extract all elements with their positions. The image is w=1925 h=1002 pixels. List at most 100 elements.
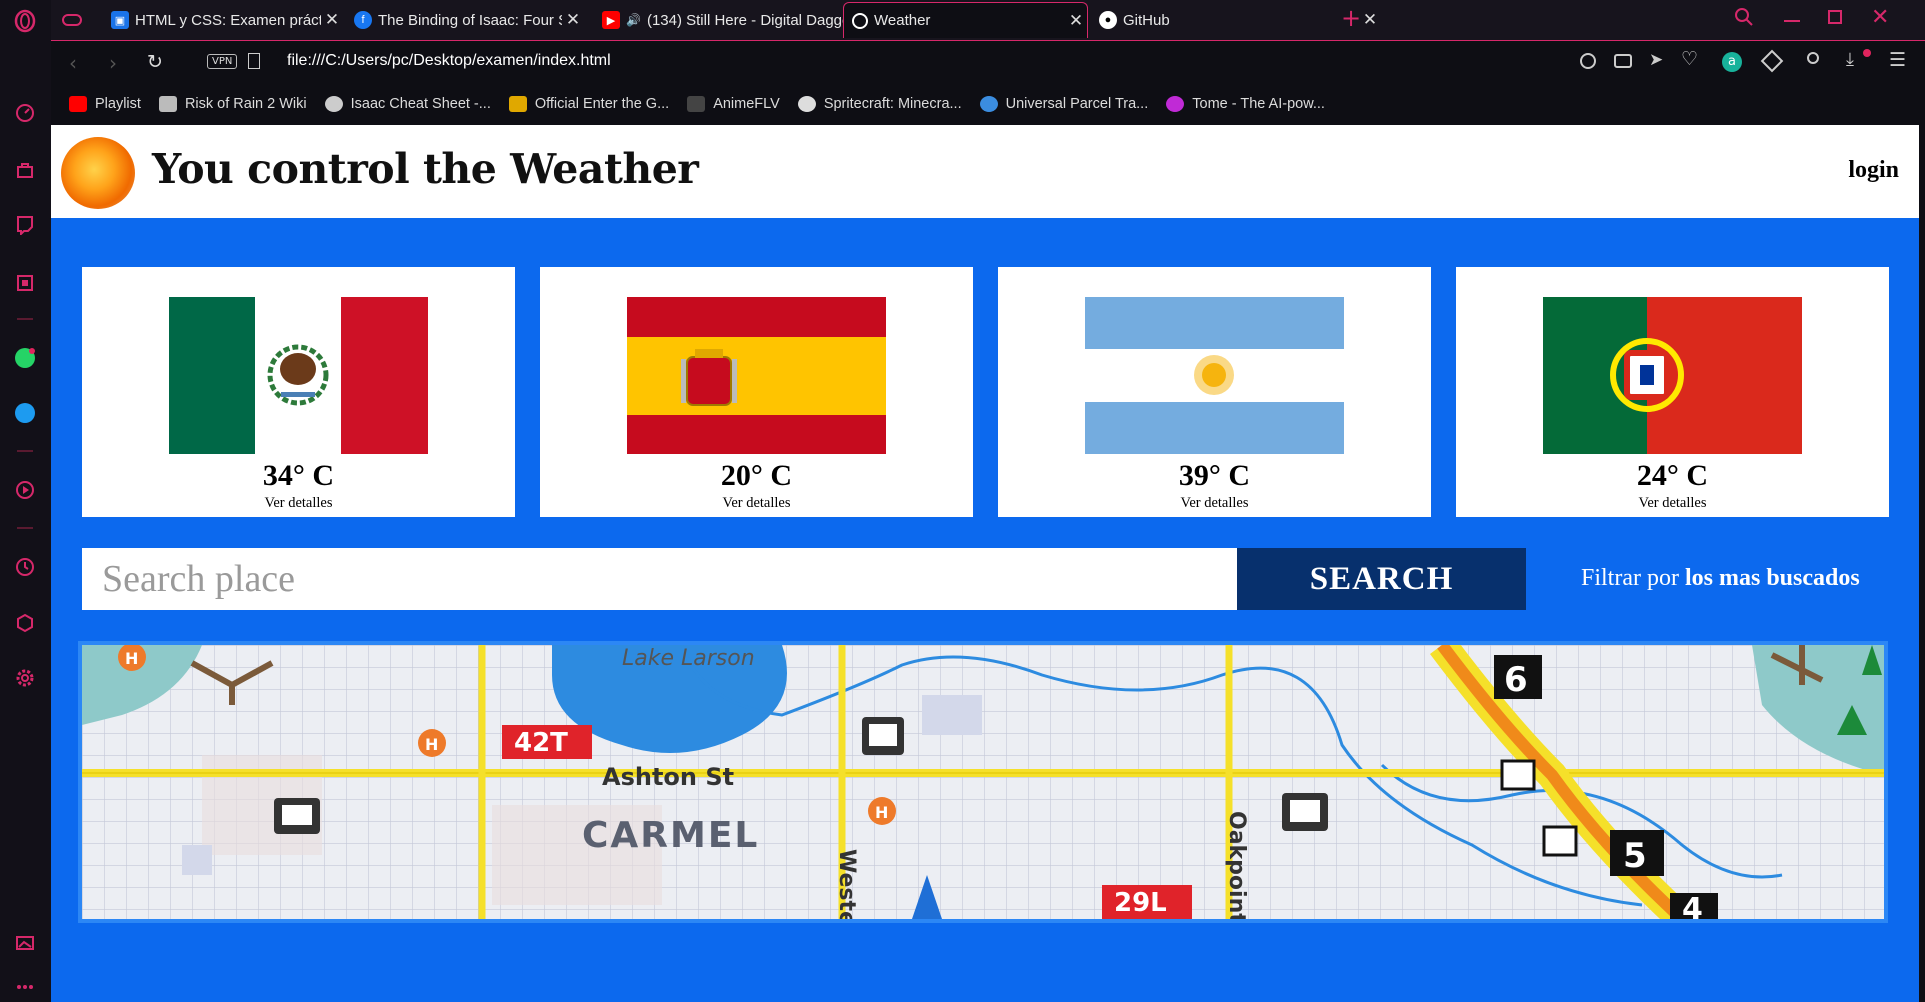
animeflv-icon [687,96,706,112]
tab-title: Weather [874,12,931,29]
map-label-lake-larson: Lake Larson [622,646,755,671]
more-icon[interactable] [12,980,38,994]
youtube-icon: ▶ [602,11,620,29]
temperature: 34° C [262,459,335,492]
sidebar-divider [17,527,33,529]
details-link[interactable]: Ver detalles [82,495,515,512]
bookmark-enter-the-gungeon[interactable]: Official Enter the G... [508,96,669,112]
cube-icon[interactable] [1760,49,1784,73]
gallery-icon[interactable] [12,930,38,956]
bookmark-label: Spritecraft: Minecra... [823,96,962,112]
gungeon-icon [508,96,527,112]
extensions-icon[interactable] [12,610,38,636]
weather-card-argentina[interactable]: 39° C Ver detalles [998,267,1431,517]
speaker-icon[interactable]: 🔊 [626,13,641,27]
player-icon[interactable] [12,477,38,503]
classroom-icon: ▣ [111,11,129,29]
map-badge-6: 6 [1504,660,1528,700]
bookmark-label: Tome - The AI-pow... [1192,96,1325,112]
weather-card-mexico[interactable]: 34° C Ver detalles [82,267,515,517]
details-link[interactable]: Ver detalles [1456,495,1889,512]
twitch-icon[interactable] [12,212,38,238]
gamepad-icon[interactable] [61,10,83,30]
search-button[interactable]: SEARCH [1237,548,1526,610]
details-link[interactable]: Ver detalles [540,495,973,512]
send-icon[interactable]: ➤ [1649,50,1663,70]
site-title: You control the Weather [152,145,699,193]
bookmark-spritecraft[interactable]: Spritecraft: Minecra... [797,96,962,112]
search-input[interactable] [82,548,1237,610]
bookmark-label: AnimeFLV [713,96,780,112]
new-tab-icon[interactable]: + [1341,4,1361,32]
hardware-icon[interactable] [12,270,38,296]
filter-prefix: Filtrar por [1581,565,1685,591]
easy-setup-icon[interactable]: ☰ [1889,49,1906,71]
flag-portugal [1543,297,1802,454]
bookmark-animeflv[interactable]: AnimeFLV [687,96,780,112]
tab-facebook[interactable]: f The Binding of Isaac: Four Souls ✕ [346,2,584,38]
download-icon[interactable]: ⤓ [1846,49,1854,70]
account-icon[interactable] [1807,52,1819,64]
opera-logo-icon[interactable] [12,8,38,34]
map-label-carmel: CARMEL [582,815,759,856]
camera-icon[interactable] [1614,54,1632,68]
sidebar-divider [17,318,33,320]
temperature: 39° C [1178,459,1251,492]
flag-argentina [1085,297,1344,454]
isaac-icon [324,96,343,112]
tab-title: HTML y CSS: Examen práctico [135,11,321,29]
youtube-icon [69,96,87,112]
reload-icon[interactable]: ↻ [147,51,163,73]
map-image: H H H 42T 29L 6 5 4 Lake Larson Ashton S… [78,641,1888,923]
restore-icon[interactable] [1828,10,1842,24]
heart-icon[interactable]: ♡ [1681,48,1698,70]
search-tabs-icon[interactable] [1733,6,1755,32]
facebook-icon: f [354,11,372,29]
details-link[interactable]: Ver detalles [998,495,1431,512]
tab-classroom[interactable]: ▣ HTML y CSS: Examen práctico ✕ [103,2,343,38]
page-viewport: You control the Weather login 34° C Ver … [51,125,1919,1002]
weather-card-portugal[interactable]: 24° C Ver detalles [1456,267,1889,517]
twitter-icon[interactable] [12,400,38,426]
bookmark-label: Universal Parcel Tra... [1005,96,1149,112]
page-scrollbar[interactable] [1919,125,1925,1002]
settings-icon[interactable] [12,665,38,691]
bookmark-label: Playlist [95,96,141,112]
bookmark-playlist[interactable]: Playlist [69,96,141,112]
map-badge-29l: 29L [1114,888,1167,918]
login-link[interactable]: login [1848,157,1899,184]
filter-most-searched[interactable]: los mas buscados [1685,565,1860,591]
vpn-badge[interactable]: VPN [207,54,238,69]
back-icon[interactable]: ‹ [69,51,77,75]
search-page-icon[interactable] [1580,53,1596,69]
close-icon[interactable]: ✕ [1065,11,1087,31]
bookmark-parcel-tracker[interactable]: Universal Parcel Tra... [979,96,1149,112]
parcel-icon [979,96,998,112]
history-icon[interactable] [12,554,38,580]
bookmark-tome[interactable]: Tome - The AI-pow... [1166,96,1325,112]
speed-dial-icon[interactable] [12,100,38,126]
url-field[interactable]: file:///C:/Users/pc/Desktop/examen/index… [287,52,611,70]
whatsapp-icon[interactable] [12,345,38,371]
close-icon[interactable]: ✕ [562,10,584,30]
minimize-icon[interactable] [1784,20,1800,22]
aria-icon[interactable]: a [1722,52,1742,72]
tab-title: The Binding of Isaac: Four Souls [378,11,562,29]
filter-text[interactable]: Filtrar por los mas buscados [1581,565,1860,592]
tab-github[interactable]: ● GitHub ✕ [1091,2,1381,38]
sidebar-divider [17,450,33,452]
tab-weather[interactable]: Weather ✕ [843,2,1088,38]
forward-icon[interactable]: › [109,51,117,75]
bookmarks-bar: Playlist Risk of Rain 2 Wiki Isaac Cheat… [51,86,1925,122]
window-close-icon[interactable]: ✕ [1871,5,1889,30]
weather-card-spain[interactable]: 20° C Ver detalles [540,267,973,517]
bookmark-risk-of-rain[interactable]: Risk of Rain 2 Wiki [158,96,307,112]
address-bar-row: ‹ › ↻ VPN file:///C:/Users/pc/Desktop/ex… [51,40,1925,86]
shopping-icon[interactable] [12,157,38,183]
bookmark-isaac-cheat-sheet[interactable]: Isaac Cheat Sheet -... [324,96,491,112]
flag-spain [627,297,886,454]
file-icon [248,53,260,69]
close-icon[interactable]: ✕ [1359,10,1381,30]
bookmark-label: Risk of Rain 2 Wiki [184,96,307,112]
close-icon[interactable]: ✕ [321,10,343,30]
